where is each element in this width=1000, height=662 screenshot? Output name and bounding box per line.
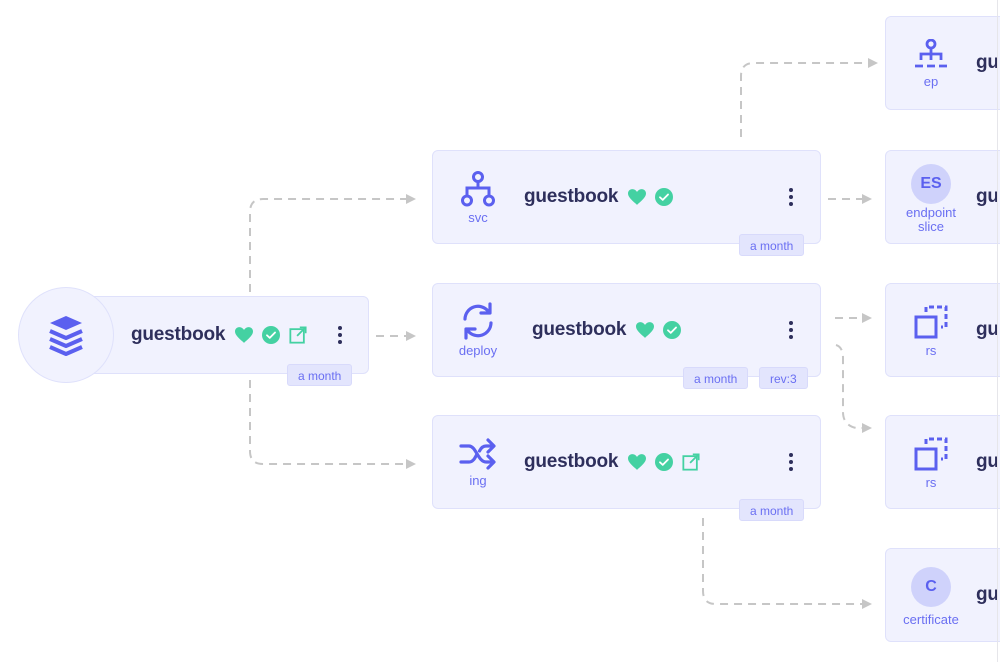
kind-label: deploy: [458, 343, 498, 358]
kind-label: svc: [468, 210, 488, 225]
kind-label: certificate: [903, 612, 959, 627]
node-svc[interactable]: svc guestbook a month: [432, 150, 821, 256]
heart-icon: [636, 322, 655, 338]
node-name: gu: [976, 319, 999, 340]
node-rs-1[interactable]: rs gu: [885, 283, 1000, 377]
viewport-edge: [997, 0, 998, 662]
heart-icon: [628, 189, 647, 205]
node-name: guestbook: [532, 319, 627, 340]
kind-label: rs: [925, 475, 937, 490]
check-circle-icon: [663, 321, 682, 339]
check-circle-icon: [262, 326, 281, 344]
heart-icon: [628, 454, 647, 470]
node-name: guestbook: [524, 186, 619, 207]
replicaset-icon: [914, 305, 948, 339]
age-tag: a month: [287, 364, 353, 386]
revision-tag: rev:3: [759, 367, 808, 389]
age-tag: a month: [739, 234, 805, 256]
kind-label: endpoint slice: [906, 205, 956, 234]
external-link-icon[interactable]: [682, 453, 700, 471]
node-ing[interactable]: ing guestbook a month: [432, 415, 821, 521]
node-menu-button[interactable]: [783, 449, 799, 475]
network-tree-icon: [461, 171, 495, 207]
node-name: guestbook: [131, 324, 226, 345]
check-circle-icon: [655, 188, 674, 206]
layers-icon: [49, 316, 83, 356]
node-name: gu: [976, 52, 999, 73]
node-menu-button[interactable]: [332, 322, 348, 348]
replicaset-icon: [914, 437, 948, 471]
kind-label: ing: [469, 473, 487, 488]
node-name: gu: [976, 451, 999, 472]
shuffle-icon: [459, 438, 496, 470]
node-name: gu: [976, 584, 999, 605]
certificate-badge-icon: C: [911, 567, 951, 607]
heart-icon: [235, 327, 254, 343]
age-tag: a month: [683, 367, 749, 389]
edge-ing-certificate: [702, 518, 872, 609]
kind-label: rs: [925, 343, 937, 358]
node-menu-button[interactable]: [783, 317, 799, 343]
external-link-icon[interactable]: [289, 326, 307, 344]
sync-arrows-icon: [463, 302, 493, 340]
node-menu-button[interactable]: [783, 184, 799, 210]
endpoint-hub-icon: [915, 39, 947, 68]
es-badge-icon: ES: [911, 164, 951, 204]
node-endpointslice[interactable]: ES endpoint slice gu: [885, 150, 1000, 244]
age-tag: a month: [739, 499, 805, 521]
node-name: guestbook: [524, 451, 619, 472]
node-rs-2[interactable]: rs gu: [885, 415, 1000, 509]
node-ep[interactable]: ep gu: [885, 16, 1000, 110]
kind-label: ep: [923, 74, 939, 89]
edge-svc-ep: [740, 58, 878, 137]
edge-root-svc: [249, 194, 416, 292]
node-deploy[interactable]: deploy guestbook a month rev:3: [432, 283, 821, 389]
edge-root-ing: [249, 380, 416, 469]
node-name: gu: [976, 186, 999, 207]
node-certificate[interactable]: C certificate gu: [885, 548, 1000, 642]
root-kind-circle[interactable]: [18, 287, 114, 383]
edge-deploy-rs2: [835, 344, 872, 433]
check-circle-icon: [655, 453, 674, 471]
